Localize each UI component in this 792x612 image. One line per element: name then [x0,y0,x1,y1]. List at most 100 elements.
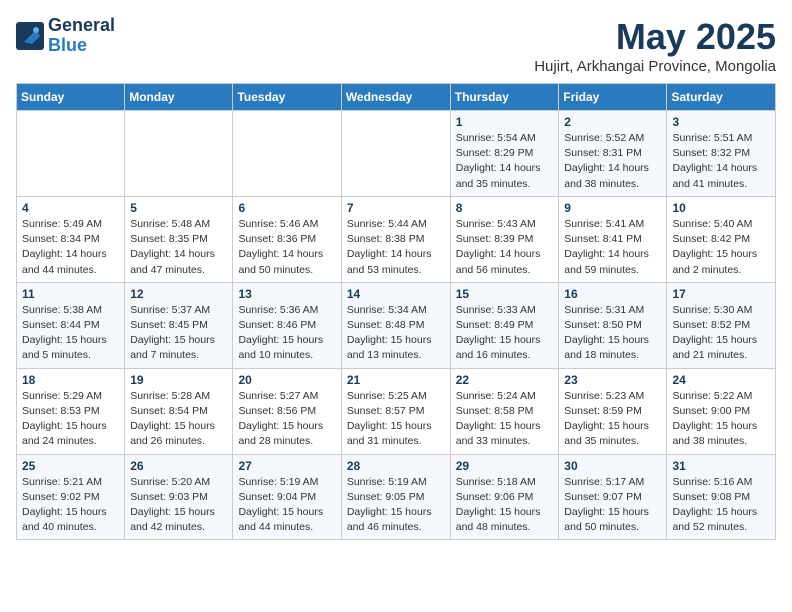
calendar-cell: 4Sunrise: 5:49 AM Sunset: 8:34 PM Daylig… [17,196,125,282]
day-info: Sunrise: 5:16 AM Sunset: 9:08 PM Dayligh… [672,475,770,536]
calendar-cell: 1 Sunrise: 5:54 AM Sunset: 8:29 PM Daylig… [450,111,559,197]
day-number: 26 [130,459,227,473]
day-number: 22 [456,373,554,387]
day-info: Sunrise: 5:43 AM Sunset: 8:39 PM Dayligh… [456,217,554,278]
calendar-cell [233,111,341,197]
day-info: Sunrise: 5:19 AM Sunset: 9:04 PM Dayligh… [238,475,335,536]
day-info: Sunrise: 5:46 AM Sunset: 8:36 PM Dayligh… [238,217,335,278]
day-info: Sunrise: 5:19 AM Sunset: 9:05 PM Dayligh… [347,475,445,536]
calendar-cell: 18 Sunrise: 5:29 AM Sunset: 8:53 PM Dayli… [17,368,125,454]
day-number: 4 [22,201,119,215]
day-number: 12 [130,287,227,301]
calendar-cell: 6 Sunrise: 5:46 AM Sunset: 8:36 PM Daylig… [233,196,341,282]
day-info: Sunrise: 5:31 AM Sunset: 8:50 PM Dayligh… [564,303,661,364]
month-title: May 2025 [534,16,776,58]
day-info: Sunrise: 5:41 AM Sunset: 8:41 PM Dayligh… [564,217,661,278]
day-info: Sunrise: 5:30 AM Sunset: 8:52 PM Dayligh… [672,303,770,364]
weekday-header-saturday: Saturday [667,84,776,111]
calendar-cell: 15Sunrise: 5:33 AM Sunset: 8:49 PM Dayli… [450,282,559,368]
day-info: Sunrise: 5:21 AM Sunset: 9:02 PM Dayligh… [22,475,119,536]
day-info: Sunrise: 5:38 AM Sunset: 8:44 PM Dayligh… [22,303,119,364]
calendar-cell: 14Sunrise: 5:34 AM Sunset: 8:48 PM Dayli… [341,282,450,368]
title-block: May 2025 Hujirt, Arkhangai Province, Mon… [534,16,776,75]
weekday-header-sunday: Sunday [17,84,125,111]
day-info: Sunrise: 5:17 AM Sunset: 9:07 PM Dayligh… [564,475,661,536]
day-info: Sunrise: 5:25 AM Sunset: 8:57 PM Dayligh… [347,389,445,450]
calendar-week-2: 4Sunrise: 5:49 AM Sunset: 8:34 PM Daylig… [17,196,776,282]
day-number: 14 [347,287,445,301]
day-number: 7 [347,201,445,215]
day-info: Sunrise: 5:24 AM Sunset: 8:58 PM Dayligh… [456,389,554,450]
calendar-week-5: 25 Sunrise: 5:21 AM Sunset: 9:02 PM Dayli… [17,454,776,540]
calendar-cell: 2 Sunrise: 5:52 AM Sunset: 8:31 PM Daylig… [559,111,667,197]
day-info: Sunrise: 5:22 AM Sunset: 9:00 PM Dayligh… [672,389,770,450]
day-info: Sunrise: 5:44 AM Sunset: 8:38 PM Dayligh… [347,217,445,278]
weekday-header-friday: Friday [559,84,667,111]
day-info: Sunrise: 5:48 AM Sunset: 8:35 PM Dayligh… [130,217,227,278]
day-number: 15 [456,287,554,301]
day-number: 10 [672,201,770,215]
day-info: Sunrise: 5:20 AM Sunset: 9:03 PM Dayligh… [130,475,227,536]
day-info: Sunrise: 5:52 AM Sunset: 8:31 PM Dayligh… [564,131,661,192]
weekday-header-wednesday: Wednesday [341,84,450,111]
calendar-cell: 24 Sunrise: 5:22 AM Sunset: 9:00 PM Dayli… [667,368,776,454]
weekday-header-tuesday: Tuesday [233,84,341,111]
calendar-week-3: 11 Sunrise: 5:38 AM Sunset: 8:44 PM Dayli… [17,282,776,368]
day-info: Sunrise: 5:54 AM Sunset: 8:29 PM Dayligh… [456,131,554,192]
day-info: Sunrise: 5:40 AM Sunset: 8:42 PM Dayligh… [672,217,770,278]
day-number: 30 [564,459,661,473]
location-subtitle: Hujirt, Arkhangai Province, Mongolia [534,58,776,75]
day-number: 1 [456,115,554,129]
day-number: 28 [347,459,445,473]
calendar-cell: 7 Sunrise: 5:44 AM Sunset: 8:38 PM Daylig… [341,196,450,282]
day-info: Sunrise: 5:37 AM Sunset: 8:45 PM Dayligh… [130,303,227,364]
day-number: 6 [238,201,335,215]
day-number: 17 [672,287,770,301]
day-number: 5 [130,201,227,215]
day-number: 23 [564,373,661,387]
calendar-cell: 8 Sunrise: 5:43 AM Sunset: 8:39 PM Daylig… [450,196,559,282]
day-number: 18 [22,373,119,387]
day-info: Sunrise: 5:51 AM Sunset: 8:32 PM Dayligh… [672,131,770,192]
calendar-cell: 23 Sunrise: 5:23 AM Sunset: 8:59 PM Dayli… [559,368,667,454]
calendar-cell: 17 Sunrise: 5:30 AM Sunset: 8:52 PM Dayli… [667,282,776,368]
calendar-table: SundayMondayTuesdayWednesdayThursdayFrid… [16,83,776,540]
logo-text: General Blue [48,16,115,56]
day-number: 29 [456,459,554,473]
weekday-header-monday: Monday [125,84,233,111]
day-number: 16 [564,287,661,301]
day-info: Sunrise: 5:18 AM Sunset: 9:06 PM Dayligh… [456,475,554,536]
day-number: 9 [564,201,661,215]
calendar-cell: 10 Sunrise: 5:40 AM Sunset: 8:42 PM Dayli… [667,196,776,282]
day-number: 11 [22,287,119,301]
day-number: 27 [238,459,335,473]
logo-icon [16,22,44,50]
calendar-cell: 29 Sunrise: 5:18 AM Sunset: 9:06 PM Dayli… [450,454,559,540]
day-number: 21 [347,373,445,387]
calendar-cell: 20 Sunrise: 5:27 AM Sunset: 8:56 PM Dayli… [233,368,341,454]
day-info: Sunrise: 5:27 AM Sunset: 8:56 PM Dayligh… [238,389,335,450]
calendar-week-4: 18 Sunrise: 5:29 AM Sunset: 8:53 PM Dayli… [17,368,776,454]
calendar-week-1: 1 Sunrise: 5:54 AM Sunset: 8:29 PM Daylig… [17,111,776,197]
day-number: 2 [564,115,661,129]
day-number: 24 [672,373,770,387]
calendar-cell: 28 Sunrise: 5:19 AM Sunset: 9:05 PM Dayli… [341,454,450,540]
weekday-header-thursday: Thursday [450,84,559,111]
calendar-cell: 16 Sunrise: 5:31 AM Sunset: 8:50 PM Dayli… [559,282,667,368]
calendar-cell [341,111,450,197]
calendar-cell: 13Sunrise: 5:36 AM Sunset: 8:46 PM Dayli… [233,282,341,368]
day-number: 8 [456,201,554,215]
calendar-cell: 25 Sunrise: 5:21 AM Sunset: 9:02 PM Dayli… [17,454,125,540]
logo: General Blue [16,16,115,56]
calendar-cell: 9 Sunrise: 5:41 AM Sunset: 8:41 PM Daylig… [559,196,667,282]
day-number: 25 [22,459,119,473]
calendar-cell: 27 Sunrise: 5:19 AM Sunset: 9:04 PM Dayli… [233,454,341,540]
calendar-cell [125,111,233,197]
day-number: 20 [238,373,335,387]
calendar-cell: 22 Sunrise: 5:24 AM Sunset: 8:58 PM Dayli… [450,368,559,454]
day-info: Sunrise: 5:23 AM Sunset: 8:59 PM Dayligh… [564,389,661,450]
calendar-cell: 30 Sunrise: 5:17 AM Sunset: 9:07 PM Dayli… [559,454,667,540]
calendar-cell [17,111,125,197]
day-info: Sunrise: 5:29 AM Sunset: 8:53 PM Dayligh… [22,389,119,450]
calendar-cell: 19Sunrise: 5:28 AM Sunset: 8:54 PM Dayli… [125,368,233,454]
